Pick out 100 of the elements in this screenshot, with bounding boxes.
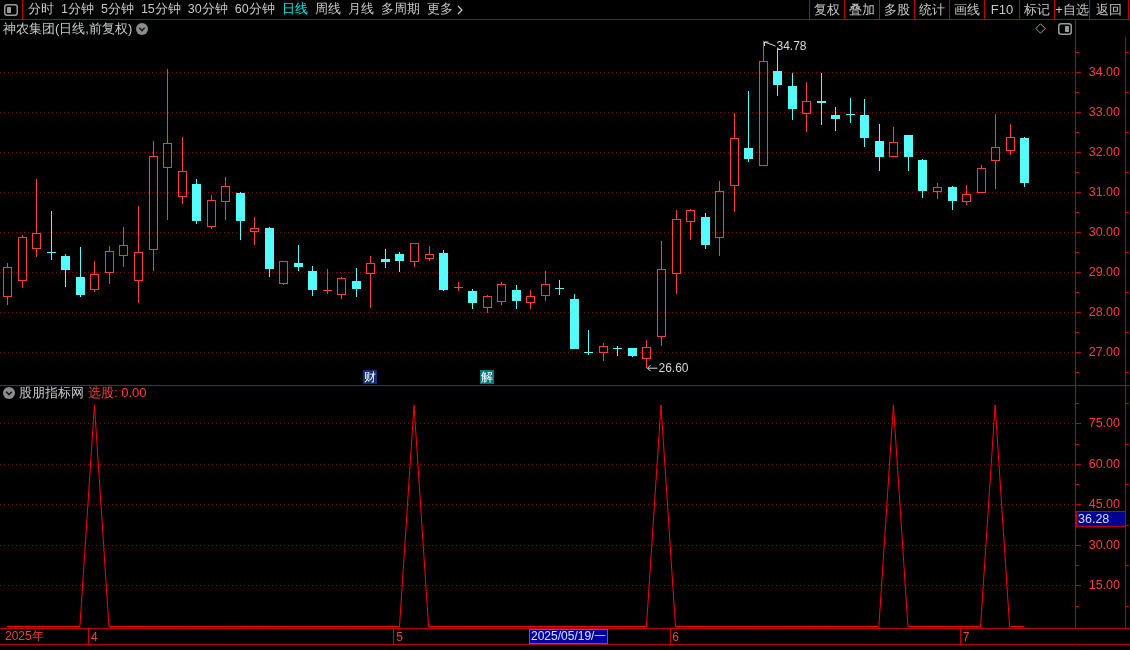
indicator-axis-label: 15.00 — [1088, 578, 1120, 593]
candlestick — [192, 178, 201, 225]
dropdown-icon[interactable] — [136, 22, 149, 35]
candlestick — [933, 182, 942, 200]
indicator-reading: 选股: 0.00 — [88, 386, 147, 399]
period-tab[interactable]: 1分钟 — [61, 3, 94, 16]
cursor-date-label: 2025/05/19/一 — [529, 629, 609, 644]
diamond-icon[interactable] — [1035, 23, 1046, 34]
dropdown-icon[interactable] — [3, 386, 15, 399]
indicator-axis-label: 60.00 — [1088, 456, 1120, 471]
candlestick — [773, 48, 782, 97]
price-axis-label: 33.00 — [1088, 105, 1120, 120]
candlestick — [948, 187, 957, 211]
candlestick — [250, 216, 259, 246]
candlestick — [512, 284, 521, 310]
toolbar-button[interactable]: 标记 — [1019, 0, 1054, 19]
candlestick — [395, 251, 404, 273]
candlestick — [18, 234, 27, 289]
candlestick — [425, 245, 434, 262]
candlestick — [47, 210, 56, 261]
period-tab[interactable]: 日线 — [281, 3, 308, 16]
toolbar-button[interactable]: +自选 — [1054, 0, 1089, 19]
toolbar-button[interactable]: 复权 — [809, 0, 844, 19]
year-label: 2025年 — [5, 629, 44, 644]
arrow-icon — [764, 41, 776, 47]
candlestick — [323, 268, 332, 295]
period-tab[interactable]: 多周期 — [380, 3, 420, 16]
candlestick — [657, 240, 666, 347]
price-axis-label: 29.00 — [1088, 265, 1120, 280]
candlestick — [672, 209, 681, 295]
indicator-axis-label: 75.00 — [1088, 416, 1120, 431]
toolbar-button[interactable]: 统计 — [914, 0, 949, 19]
candlestick — [76, 246, 85, 298]
candlestick — [1006, 123, 1015, 156]
indicator-axis-label: 45.00 — [1088, 497, 1120, 512]
cursor-value-label: 36.28 — [1076, 511, 1126, 527]
candlestick — [541, 270, 550, 302]
event-marker[interactable]: 解 — [480, 370, 494, 384]
toolbar-button[interactable]: 多股 — [879, 0, 914, 19]
candlestick — [32, 178, 41, 258]
candlestick — [860, 98, 869, 148]
candlestick — [308, 265, 317, 297]
candlestick — [701, 212, 710, 250]
toolbar-button[interactable]: 返回 — [1089, 0, 1129, 19]
period-tab[interactable]: 60分钟 — [234, 3, 275, 16]
toolbar-button[interactable]: 叠加 — [844, 0, 879, 19]
candlestick — [352, 267, 361, 298]
candlestick — [715, 180, 724, 257]
chevron-right-icon — [456, 4, 463, 15]
candlestick — [831, 106, 840, 132]
period-tab[interactable]: 周线 — [314, 3, 341, 16]
candlestick — [221, 176, 230, 221]
period-tab[interactable]: 月线 — [347, 3, 374, 16]
panel-icon[interactable] — [4, 3, 18, 16]
candlestick — [788, 72, 797, 121]
candlestick — [817, 72, 826, 126]
candlestick — [134, 205, 143, 304]
candlestick — [846, 97, 855, 124]
period-tab[interactable]: 15分钟 — [140, 3, 181, 16]
period-tab[interactable]: 5分钟 — [100, 3, 134, 16]
candlestick — [265, 228, 274, 278]
month-label: 4 — [91, 630, 98, 644]
candlestick — [599, 342, 608, 362]
period-tab[interactable]: 更多 — [426, 3, 463, 16]
candlestick — [918, 160, 927, 199]
candlestick — [686, 210, 695, 241]
month-label: 7 — [962, 630, 970, 644]
candlestick — [105, 245, 114, 285]
price-axis-label: 31.00 — [1088, 185, 1120, 200]
period-tab[interactable]: 30分钟 — [187, 3, 228, 16]
candlestick — [90, 260, 99, 293]
price-axis-label: 34.00 — [1088, 65, 1120, 80]
candlestick — [555, 279, 564, 296]
candlestick — [642, 339, 651, 369]
panel-icon[interactable] — [1058, 22, 1072, 35]
candlestick — [526, 289, 535, 310]
stock-title: 神农集团(日线,前复权) — [3, 22, 133, 35]
candlestick — [991, 113, 1000, 190]
event-marker[interactable]: 财 — [363, 370, 377, 384]
candlestick — [439, 249, 448, 290]
indicator-name: 股朋指标网 — [19, 386, 84, 399]
toolbar-button[interactable]: 画线 — [949, 0, 984, 19]
candlestick — [149, 140, 158, 272]
candlestick — [483, 296, 492, 314]
indicator-axis-label: 30.00 — [1088, 537, 1120, 552]
candlestick — [178, 136, 187, 205]
candlestick — [61, 253, 70, 288]
toolbar-button[interactable]: F10 — [984, 0, 1019, 19]
candlestick — [497, 281, 506, 306]
candlestick — [1020, 138, 1029, 188]
candlestick — [337, 278, 346, 300]
candlestick — [744, 90, 753, 163]
period-tab[interactable]: 分时 — [28, 3, 54, 16]
candlestick — [802, 81, 811, 133]
price-axis-label: 30.00 — [1088, 225, 1120, 240]
candlestick — [730, 112, 739, 213]
candlestick — [366, 255, 375, 309]
price-axis-label: 32.00 — [1088, 145, 1120, 160]
price-axis-label: 27.00 — [1088, 345, 1120, 360]
high-price-label: 34.78 — [776, 39, 807, 53]
